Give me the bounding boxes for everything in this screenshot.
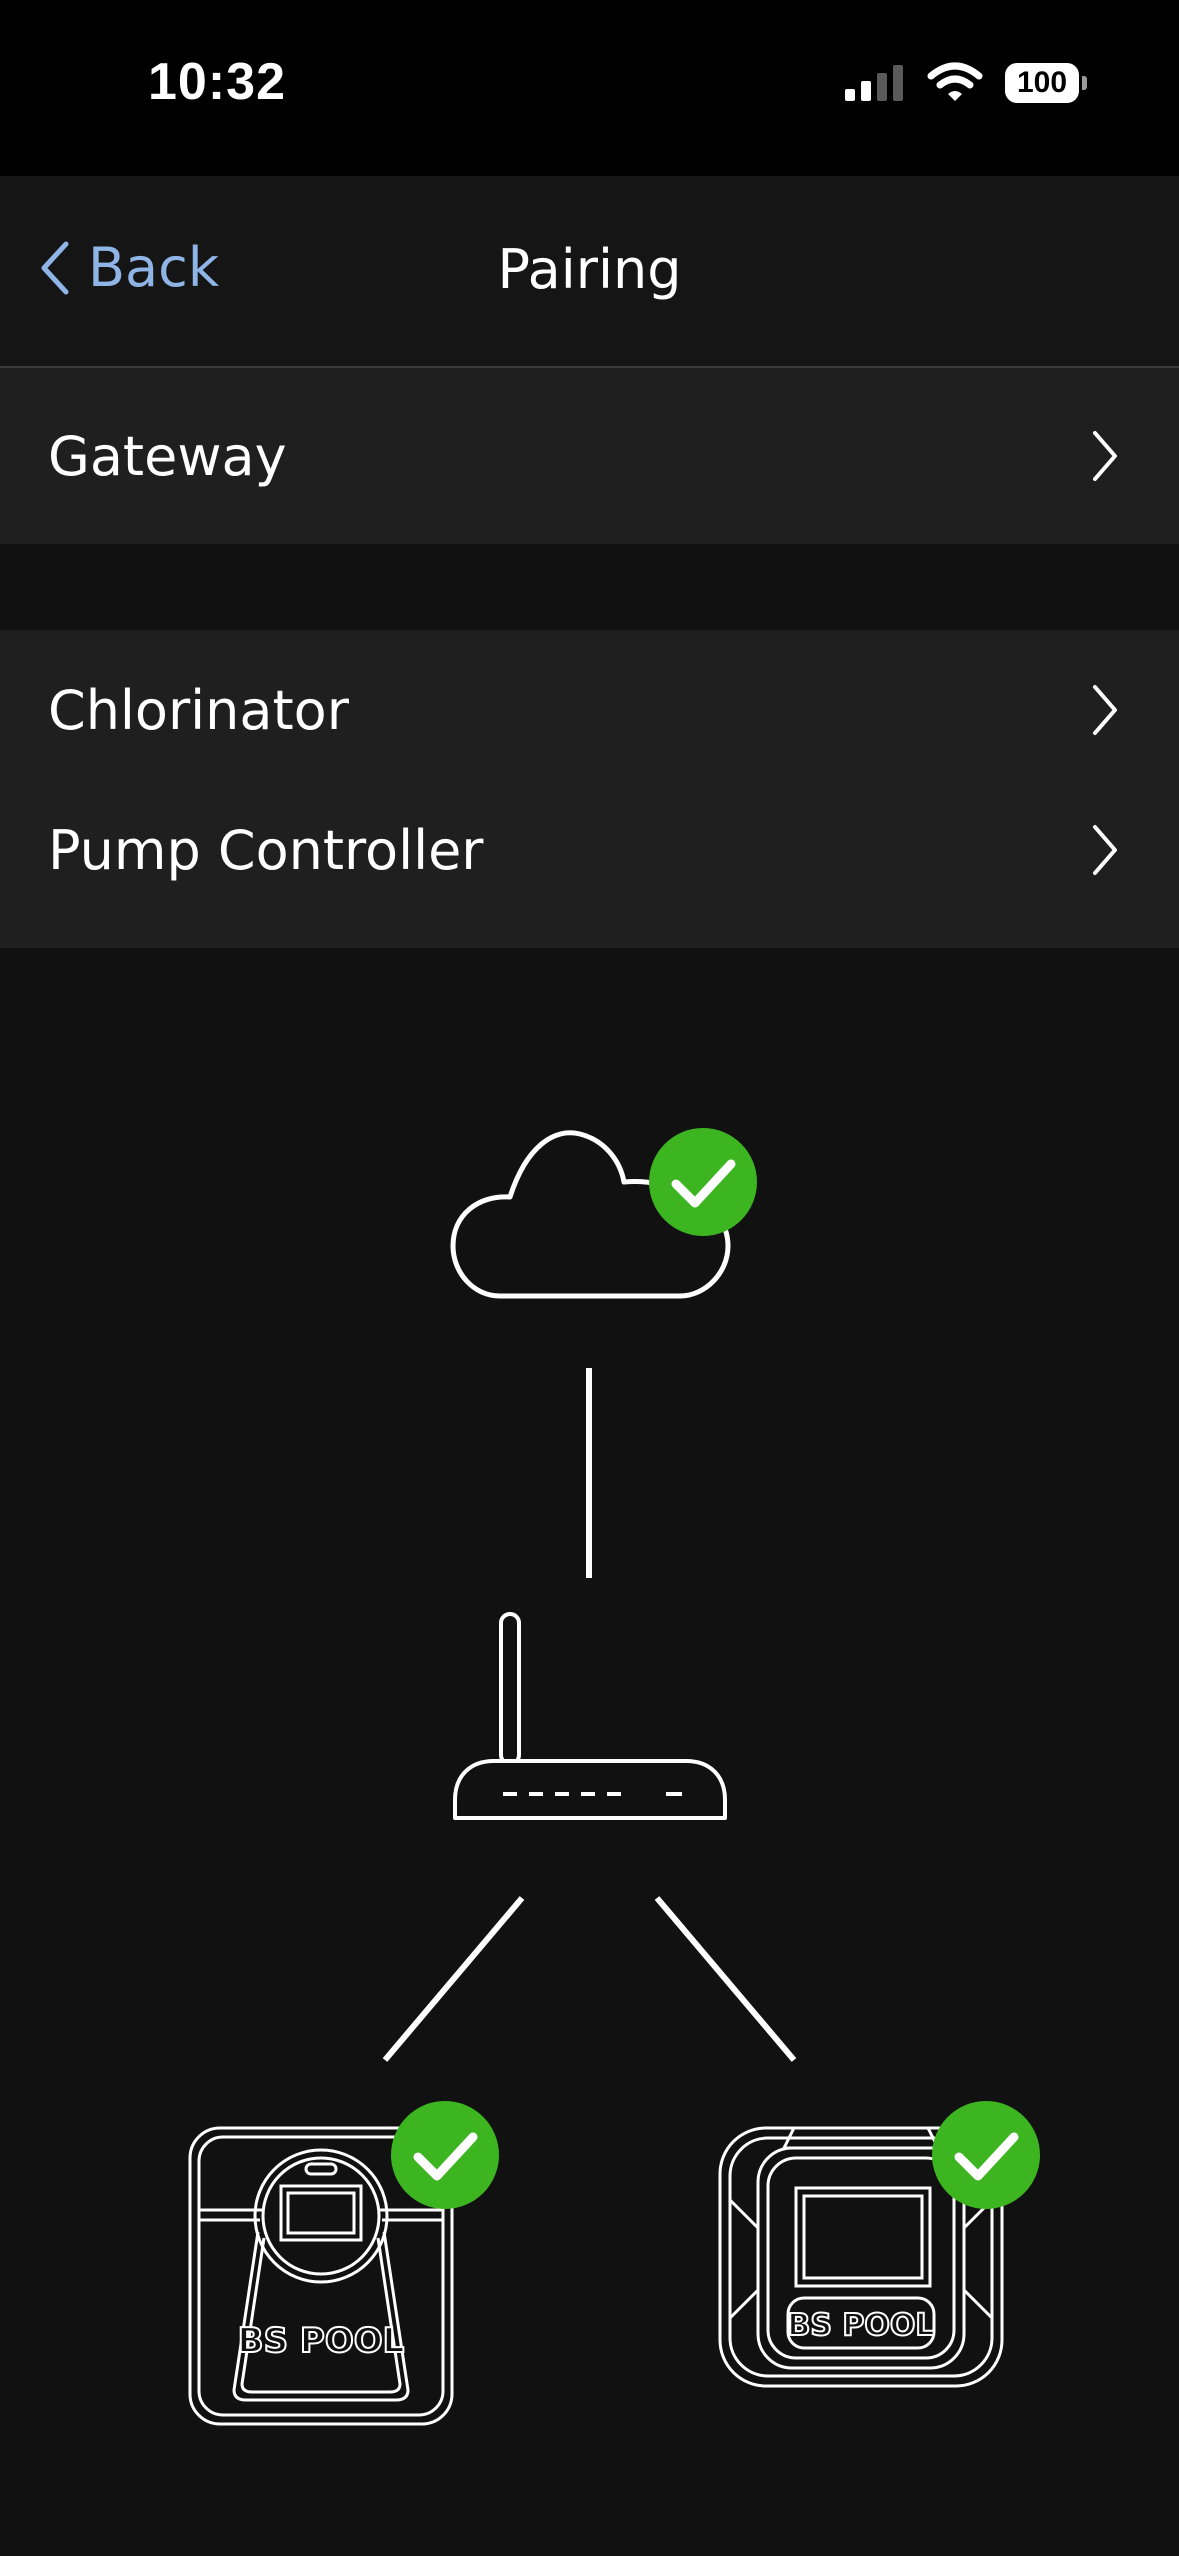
device-brand-right: BS POOL [787,2308,934,2343]
device-brand-left: BS POOL [238,2321,405,2361]
pairing-diagram: BS POOL BS POOL [188,1128,1040,2426]
check-badge-icon [391,2101,499,2209]
connection-line [654,1896,797,2062]
check-badge-icon [649,1128,757,1236]
connection-line [382,1896,525,2062]
check-badge-icon [932,2101,1040,2209]
router-icon [453,1612,727,1820]
